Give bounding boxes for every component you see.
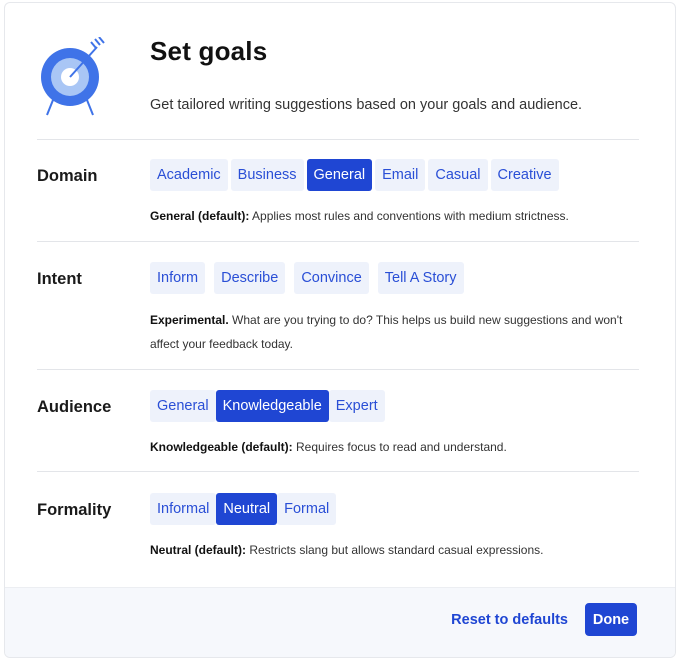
domain-options: Academic Business General Email Casual C… — [150, 159, 559, 191]
divider — [37, 471, 639, 472]
reset-to-defaults-button[interactable]: Reset to defaults — [451, 612, 568, 628]
formality-label: Formality — [37, 501, 112, 519]
formality-description-bold: Neutral (default): — [150, 543, 246, 557]
set-goals-dialog: Set goals Get tailored writing suggestio… — [4, 2, 676, 658]
target-goal-icon — [41, 37, 105, 116]
divider — [37, 241, 639, 242]
domain-description: General (default): Applies most rules an… — [150, 204, 630, 228]
audience-description-bold: Knowledgeable (default): — [150, 440, 293, 454]
intent-option-tell-a-story[interactable]: Tell A Story — [377, 262, 464, 294]
audience-option-general[interactable]: General — [150, 390, 216, 422]
domain-option-creative[interactable]: Creative — [490, 159, 559, 191]
domain-option-casual[interactable]: Casual — [428, 159, 488, 191]
audience-options: General Knowledgeable Expert — [150, 390, 385, 422]
intent-option-convince[interactable]: Convince — [294, 262, 369, 294]
dialog-header: Set goals Get tailored writing suggestio… — [5, 3, 675, 138]
domain-description-text: Applies most rules and conventions with … — [249, 209, 569, 223]
done-button[interactable]: Done — [585, 603, 637, 636]
formality-options: Informal Neutral Formal — [150, 493, 337, 525]
domain-description-bold: General (default): — [150, 209, 250, 223]
intent-option-inform[interactable]: Inform — [150, 262, 206, 294]
intent-options: Inform Describe Convince Tell A Story — [150, 262, 464, 294]
audience-description-text: Requires focus to read and understand. — [292, 440, 507, 454]
domain-option-business[interactable]: Business — [230, 159, 304, 191]
divider — [37, 139, 639, 140]
formality-option-informal[interactable]: Informal — [150, 493, 217, 525]
intent-description: Experimental. What are you trying to do?… — [150, 308, 630, 356]
divider — [37, 369, 639, 370]
formality-option-neutral[interactable]: Neutral — [216, 493, 278, 525]
domain-option-general[interactable]: General — [306, 159, 373, 191]
intent-label: Intent — [37, 270, 82, 288]
domain-label: Domain — [37, 167, 98, 185]
formality-description-text: Restricts slang but allows standard casu… — [246, 543, 544, 557]
domain-option-email[interactable]: Email — [375, 159, 426, 191]
audience-description: Knowledgeable (default): Requires focus … — [150, 435, 630, 459]
intent-description-bold: Experimental. — [150, 313, 229, 327]
domain-option-academic[interactable]: Academic — [150, 159, 228, 191]
intent-option-describe[interactable]: Describe — [214, 262, 286, 294]
page-title: Set goals — [150, 36, 268, 66]
audience-label: Audience — [37, 398, 112, 416]
dialog-footer: Reset to defaults Done — [5, 587, 675, 657]
page-subtitle: Get tailored writing suggestions based o… — [150, 97, 583, 113]
formality-description: Neutral (default): Restricts slang but a… — [150, 538, 630, 562]
formality-option-formal[interactable]: Formal — [277, 493, 337, 525]
audience-option-expert[interactable]: Expert — [328, 390, 385, 422]
audience-option-knowledgeable[interactable]: Knowledgeable — [215, 390, 329, 422]
